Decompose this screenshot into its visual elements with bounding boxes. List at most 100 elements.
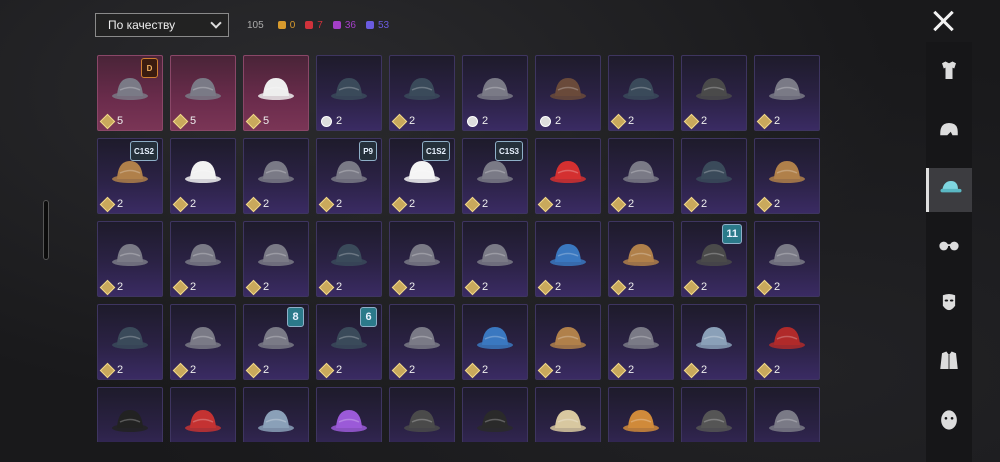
cap-icon	[621, 72, 661, 102]
category-tab[interactable]	[926, 52, 972, 96]
toolbar: По качеству 105 0 7 36 53	[95, 13, 399, 37]
head-mirror-icon	[767, 404, 807, 434]
police-cap-icon	[475, 404, 515, 434]
quantity-value: 2	[263, 198, 270, 210]
diamond-icon	[756, 279, 773, 295]
inventory-item[interactable]: 2	[754, 138, 820, 214]
inventory-item[interactable]: 11 2	[681, 221, 747, 297]
inventory-item[interactable]: 2	[316, 55, 382, 131]
inventory-item[interactable]: 2	[170, 304, 236, 380]
inventory-item[interactable]: 2	[462, 55, 528, 131]
diamond-icon	[245, 113, 262, 129]
inventory-item[interactable]: 2	[170, 221, 236, 297]
inventory-item[interactable]: 2	[97, 304, 163, 380]
item-quantity: 2	[245, 196, 270, 212]
close-button[interactable]	[930, 8, 956, 34]
item-quantity: 2	[756, 196, 780, 212]
inventory-item[interactable]: 2	[535, 55, 601, 131]
inventory-item[interactable]: 2	[316, 387, 382, 442]
item-quantity: 2	[172, 362, 196, 378]
inventory-item[interactable]: 5	[170, 55, 236, 131]
drawer-handle[interactable]	[43, 200, 49, 260]
inventory-item[interactable]: 2	[608, 304, 674, 380]
inventory-item[interactable]: 2	[97, 387, 163, 442]
diamond-icon	[683, 362, 700, 378]
bunny-ears-icon	[402, 238, 442, 268]
category-tab[interactable]	[926, 284, 972, 328]
inventory-item[interactable]: C1S3 2	[462, 138, 528, 214]
item-quantity: 2	[391, 279, 415, 295]
inventory-item[interactable]: 5	[243, 55, 309, 131]
inventory-item[interactable]: 2	[316, 221, 382, 297]
sort-dropdown[interactable]: По качеству	[95, 13, 229, 37]
beanie-icon	[621, 238, 661, 268]
white-hat-icon	[256, 72, 296, 102]
inventory-item[interactable]: 2	[608, 55, 674, 131]
rarity-swatch-icon	[305, 21, 314, 29]
inventory-item[interactable]: 2	[535, 221, 601, 297]
inventory-item[interactable]: 2	[462, 304, 528, 380]
item-quantity: 2	[683, 362, 707, 378]
inventory-item[interactable]: 2	[389, 55, 455, 131]
inventory-item[interactable]: D5	[97, 55, 163, 131]
inventory-item[interactable]: 2	[535, 138, 601, 214]
inventory-item[interactable]: 2	[754, 387, 820, 442]
item-quantity: 2	[172, 279, 196, 295]
item-quantity: 2	[318, 279, 342, 295]
inventory-item[interactable]: 2	[243, 221, 309, 297]
inventory-item[interactable]: 2	[243, 387, 309, 442]
inventory-item[interactable]: 82	[243, 304, 309, 380]
inventory-item[interactable]: C1S2 2	[389, 138, 455, 214]
diamond-icon	[99, 113, 116, 129]
top-hat-icon	[110, 404, 150, 434]
inventory-item[interactable]: 2	[462, 387, 528, 442]
category-tab[interactable]	[926, 342, 972, 386]
outfit-icon	[935, 58, 963, 91]
inventory-item[interactable]: 2	[535, 387, 601, 442]
inventory-item[interactable]: 2	[462, 221, 528, 297]
inventory-item[interactable]: 2	[681, 304, 747, 380]
inventory-item[interactable]: 2	[389, 304, 455, 380]
quantity-value: 2	[409, 198, 416, 210]
item-quantity: 2	[610, 279, 634, 295]
inventory-item[interactable]: 2	[681, 387, 747, 442]
inventory-item[interactable]: 2	[681, 138, 747, 214]
inventory-item[interactable]: 2	[608, 138, 674, 214]
diamond-icon	[391, 362, 408, 378]
category-tab[interactable]	[926, 226, 972, 270]
inventory-item[interactable]: 2	[754, 221, 820, 297]
category-tab[interactable]	[926, 400, 972, 444]
inventory-item[interactable]: 2	[243, 138, 309, 214]
inventory-item[interactable]: 62	[316, 304, 382, 380]
category-tab[interactable]	[926, 110, 972, 154]
inventory-item[interactable]: 2	[170, 138, 236, 214]
diamond-icon	[756, 362, 773, 378]
diamond-icon	[683, 279, 700, 295]
inventory-item[interactable]: C1S2 2	[97, 138, 163, 214]
inventory-item[interactable]: 2	[681, 55, 747, 131]
quantity-value: 2	[555, 364, 562, 376]
quantity-value: 2	[628, 364, 635, 376]
inventory-item[interactable]: 2	[170, 387, 236, 442]
inventory-item[interactable]: P9 2	[316, 138, 382, 214]
season-badge: C1S2	[129, 141, 158, 161]
cat-headphones-icon	[402, 321, 442, 351]
item-quantity: 2	[610, 196, 634, 212]
inventory-item[interactable]: 2	[754, 304, 820, 380]
inventory-item[interactable]: 2	[389, 387, 455, 442]
cowboy-hat-icon	[694, 404, 734, 434]
diamond-icon	[318, 279, 335, 295]
diamond-icon	[537, 362, 554, 378]
diamond-icon	[318, 196, 335, 212]
item-quantity: 2	[391, 362, 415, 378]
item-quantity: 2	[683, 196, 707, 212]
inventory-item[interactable]: 2	[389, 221, 455, 297]
category-tab[interactable]	[926, 168, 972, 212]
inventory-item[interactable]: 2	[97, 221, 163, 297]
inventory-item[interactable]: 2	[754, 55, 820, 131]
rarity-count-value: 0	[289, 19, 296, 31]
diamond-icon	[537, 196, 554, 212]
inventory-item[interactable]: 2	[608, 387, 674, 442]
inventory-item[interactable]: 2	[535, 304, 601, 380]
inventory-item[interactable]: 2	[608, 221, 674, 297]
